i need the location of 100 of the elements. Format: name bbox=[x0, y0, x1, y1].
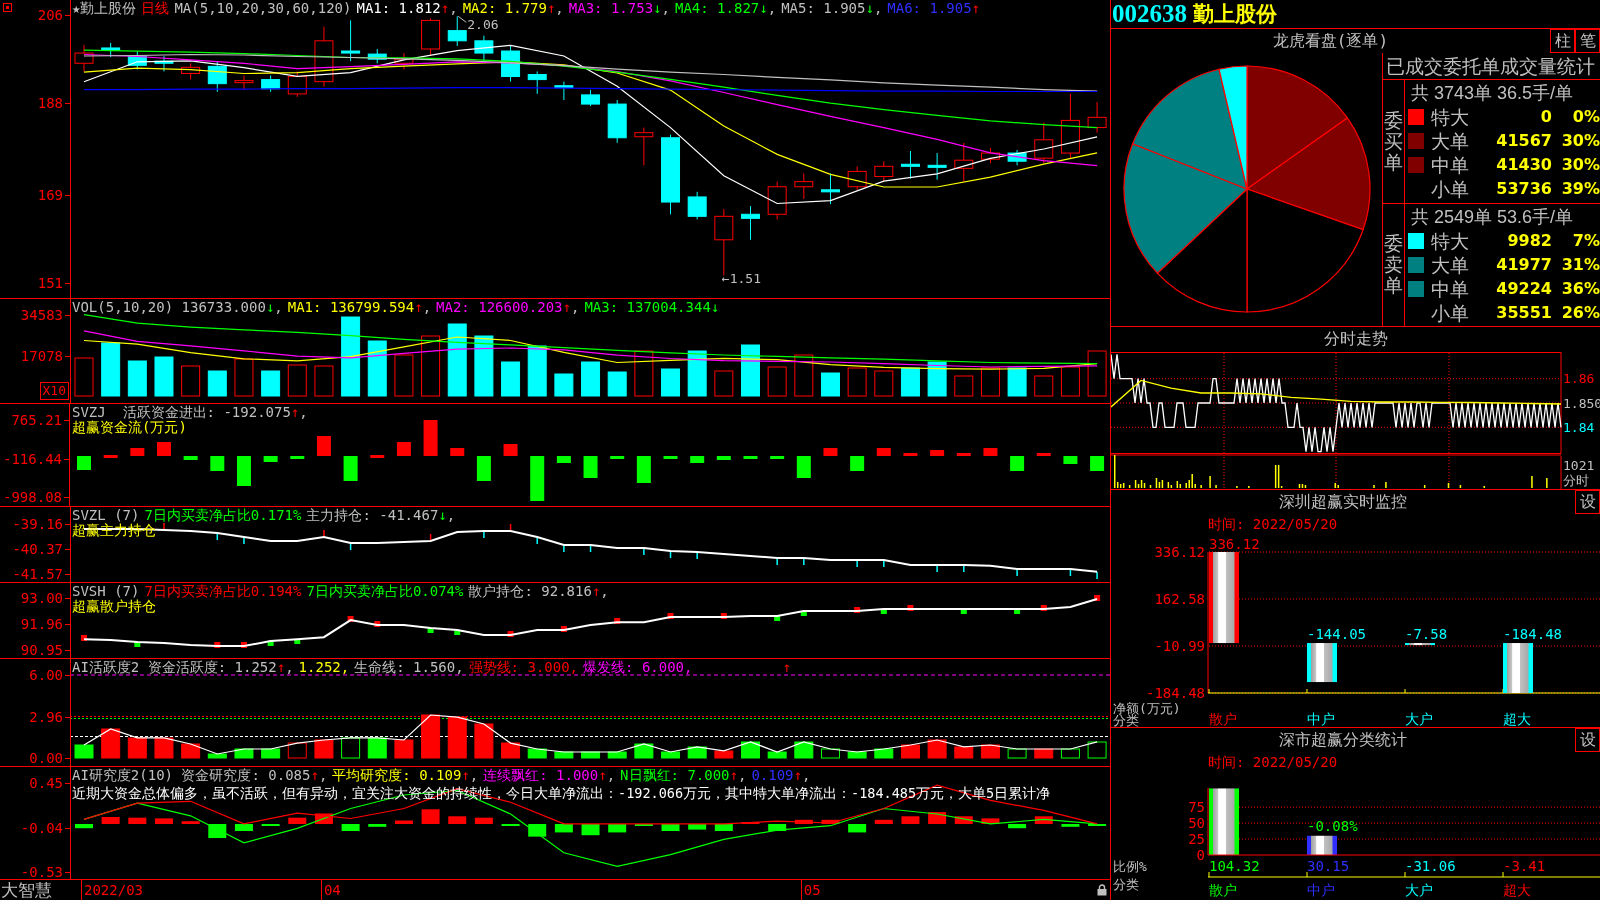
category-label: 散户 bbox=[1209, 711, 1237, 727]
price-label: 1.84 bbox=[1563, 419, 1595, 435]
indicator-value: AI研究度2(10) 资金研究度: 0.085↑, bbox=[72, 767, 328, 783]
axis-label: -40.37 bbox=[12, 541, 70, 558]
panel-title: 深市超赢分类统计 bbox=[1278, 729, 1408, 751]
share-value: 0% bbox=[1571, 106, 1600, 129]
axis-label: 93.00 bbox=[20, 590, 70, 606]
panel-title: 分时走势 bbox=[1322, 328, 1389, 350]
indicator-value: 0.109↑, bbox=[751, 767, 811, 783]
indicator-value: 生命线: 1.560, bbox=[354, 659, 464, 675]
change-label: -0.08% bbox=[1307, 817, 1358, 834]
timestamp-label: 时间: 2022/05/20 bbox=[1208, 754, 1338, 770]
axis-label: 17078 bbox=[20, 348, 70, 364]
volume-value: 41430 bbox=[1495, 154, 1552, 177]
indicator-value: MA3: 1.753↓, bbox=[568, 0, 670, 16]
indicator-value: MA1: 1.812↑, bbox=[356, 0, 458, 16]
axis-label: 91.96 bbox=[20, 616, 70, 633]
indicator-value: 连续飘红: 1.000↑, bbox=[483, 767, 616, 783]
value-label: -3.41 bbox=[1503, 858, 1546, 874]
axis-title: 净额(万元) bbox=[1113, 700, 1181, 716]
volume-value: 41977 bbox=[1495, 253, 1552, 276]
axis-label: 188 bbox=[37, 94, 70, 111]
volume-value: 53736 bbox=[1495, 178, 1552, 201]
order-summary: 共 2549单 53.6手/单 bbox=[1410, 205, 1575, 229]
axis-label: 336.12 bbox=[1154, 544, 1205, 560]
axis-label: -39.16 bbox=[12, 516, 70, 532]
value-label: -184.48 bbox=[1503, 626, 1562, 643]
size-label: 小单 bbox=[1431, 177, 1470, 202]
order-summary: 共 3743单 36.5手/单 bbox=[1410, 82, 1575, 106]
indicator-value: MA5: 1.905↓, bbox=[781, 0, 883, 16]
indicator-value: MA4: 1.827↓, bbox=[674, 0, 777, 16]
brand-label: 大智慧 bbox=[0, 880, 53, 900]
axis-label: 6.00 bbox=[29, 667, 70, 683]
axis-label: 0 bbox=[1196, 847, 1205, 863]
indicator-value: 主力持仓: -41.467↓, bbox=[306, 507, 456, 523]
size-label: 大单 bbox=[1431, 129, 1470, 154]
category-label: 超大 bbox=[1503, 882, 1531, 898]
size-label: 小单 bbox=[1431, 300, 1470, 325]
date-label: 05 bbox=[800, 880, 821, 900]
stock-code: 002638 bbox=[1112, 0, 1187, 28]
axis-label: 0.45 bbox=[29, 775, 70, 792]
category-label: 超大 bbox=[1503, 711, 1531, 727]
axis-label: 206 bbox=[37, 7, 70, 24]
indicator-title: 超赢资金流(万元) bbox=[72, 419, 187, 435]
indicator-value: 平均研究度: 0.109↑, bbox=[332, 767, 479, 783]
volume-value: 9982 bbox=[1506, 229, 1552, 252]
timestamp-label: 时间: 2022/05/20 bbox=[1208, 516, 1338, 532]
indicator-value: ★勤上股份 bbox=[72, 0, 137, 16]
axis-label: 50 bbox=[1188, 815, 1205, 832]
category-label: 中户 bbox=[1307, 882, 1335, 898]
indicator-title: 超赢散户持仓 bbox=[72, 598, 156, 614]
value-label: -144.05 bbox=[1307, 626, 1366, 643]
axis-label: 25 bbox=[1188, 831, 1205, 848]
axis-label: 34583 bbox=[20, 307, 70, 323]
axis-label: -116.44 bbox=[3, 450, 69, 467]
volume-value: 35551 bbox=[1495, 301, 1552, 324]
indicator-value: MA2: 126600.203↑, bbox=[436, 299, 580, 315]
axis-label: 90.95 bbox=[20, 642, 70, 659]
category-label: 散户 bbox=[1209, 882, 1237, 898]
axis-label: 169 bbox=[37, 187, 70, 204]
indicator-value: MA(5,10,20,30,60,120) bbox=[174, 0, 352, 16]
indicator-value: SVZJ 活跃资金进出: -192.075↑, bbox=[72, 404, 308, 420]
panel-title: 深圳超赢实时监控 bbox=[1278, 491, 1408, 513]
indicator-value: MA1: 136799.594↑, bbox=[287, 299, 432, 315]
panel-title: 龙虎看盘(逐单) bbox=[1271, 30, 1390, 52]
size-label: 特大 bbox=[1431, 228, 1470, 253]
size-label: 大单 bbox=[1431, 252, 1470, 277]
share-value: 31% bbox=[1560, 253, 1600, 276]
indicator-value: 强势线: 3.000, bbox=[468, 659, 579, 675]
indicator-value: 7日内买卖净占比0.171% bbox=[144, 507, 302, 523]
signal-arrow: ↑ bbox=[782, 659, 791, 675]
indicator-value: AI活跃度2 资金活跃度: 1.252↑, bbox=[72, 659, 294, 675]
date-label: 04 bbox=[320, 880, 341, 900]
volume-value: 0 bbox=[1539, 106, 1552, 129]
indicator-value: MA2: 1.779↑, bbox=[462, 0, 564, 16]
axis-label: 0.00 bbox=[29, 750, 70, 766]
size-label: 特大 bbox=[1431, 105, 1470, 130]
share-value: 30% bbox=[1560, 154, 1600, 177]
axis-label: -184.48 bbox=[1146, 685, 1205, 701]
axis-label: 2.96 bbox=[29, 709, 70, 726]
indicator-value: SVSH (7) bbox=[72, 583, 140, 599]
price-label: 1.86 bbox=[1563, 371, 1595, 387]
value-label: 336.12 bbox=[1209, 536, 1260, 552]
category-label: 大户 bbox=[1405, 882, 1433, 898]
category-label: 中户 bbox=[1307, 711, 1335, 727]
indicator-value: 7日内买卖净占比0.194% bbox=[144, 583, 302, 599]
indicator-value: MA3: 137004.344↓ bbox=[584, 299, 720, 315]
indicator-value: 散户持仓: 92.816↑, bbox=[468, 583, 609, 599]
share-value: 39% bbox=[1560, 178, 1600, 201]
axis-label: -998.08 bbox=[3, 489, 69, 505]
indicator-value: N日飘红: 7.000↑, bbox=[620, 767, 747, 783]
size-label: 中单 bbox=[1431, 276, 1470, 301]
value-label: -7.58 bbox=[1405, 626, 1448, 643]
value-label: 30.15 bbox=[1307, 858, 1350, 874]
indicator-value: MA6: 1.905↑ bbox=[887, 0, 981, 16]
axis-title: 分类 bbox=[1113, 876, 1139, 892]
axis-label: 765.21 bbox=[11, 412, 69, 428]
axis-title: 比例% bbox=[1113, 858, 1147, 874]
share-value: 30% bbox=[1560, 130, 1600, 153]
axis-label: 162.58 bbox=[1154, 591, 1205, 607]
